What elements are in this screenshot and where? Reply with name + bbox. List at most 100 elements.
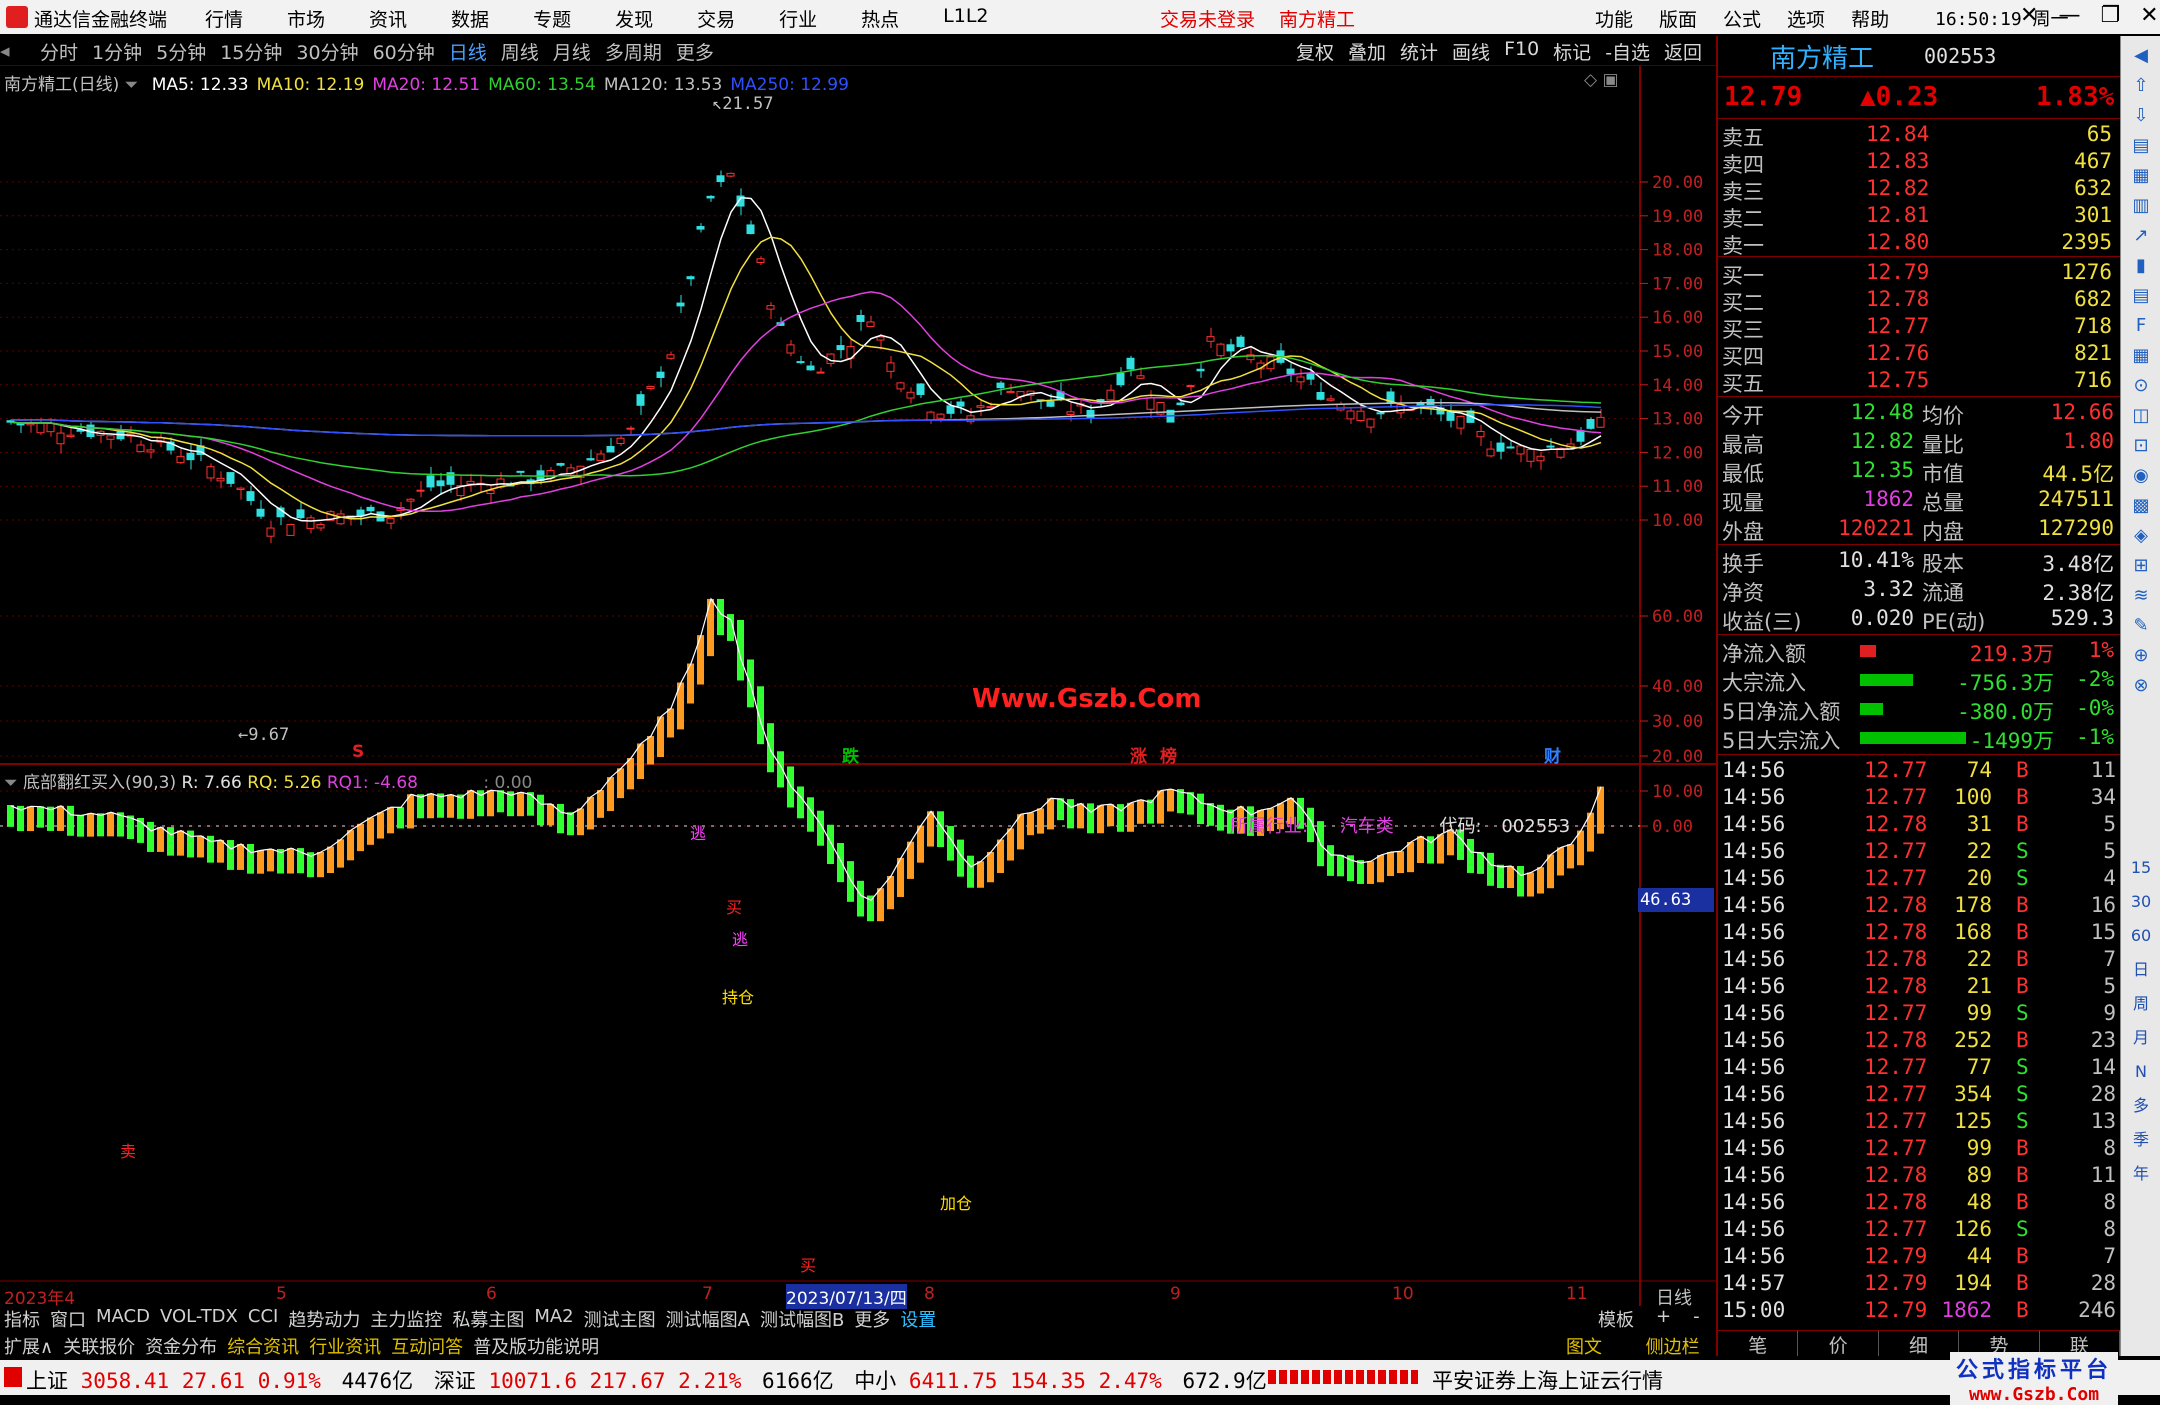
event-mark-2[interactable]: 涨 <box>1130 742 1147 767</box>
sidebar-period-5[interactable]: 月 <box>2129 1026 2153 1050</box>
sidebar-tool-icon[interactable]: ▤ <box>2129 134 2153 158</box>
indicator-tab-2[interactable]: MACD <box>96 1306 150 1332</box>
sidebar-tool-icon[interactable]: ⊗ <box>2129 674 2153 698</box>
indicator-tab-7[interactable]: 私募主图 <box>452 1306 524 1332</box>
collapse-icon[interactable]: ◂ <box>0 40 18 62</box>
sidebar-tool-icon[interactable]: ▩ <box>2129 494 2153 518</box>
sidebar-tool-icon[interactable]: ⇧ <box>2129 74 2153 98</box>
sidebar-tool-icon[interactable]: ◈ <box>2129 524 2153 548</box>
sidebar-tool-icon[interactable]: ⊙ <box>2129 374 2153 398</box>
index-quotes[interactable]: 上证 3058.41 27.61 0.91% 4476亿 深证 10071.6 … <box>26 1365 1267 1395</box>
close-icon-like-x[interactable]: ✕ <box>2020 3 2038 28</box>
period-tab-10[interactable]: 更多 <box>676 38 714 65</box>
sidebar-period-3[interactable]: 日 <box>2129 958 2153 982</box>
indicator-tab-13[interactable]: 设置 <box>900 1306 936 1332</box>
indicator-tab-3[interactable]: VOL-TDX <box>160 1306 238 1332</box>
indicator-tab-11[interactable]: 测试幅图B <box>760 1306 844 1332</box>
event-mark-1[interactable]: 跌 <box>842 742 859 767</box>
event-mark-0[interactable]: S <box>352 742 364 762</box>
right-menu-item-0[interactable]: 功能 <box>1595 5 1633 32</box>
period-tab-2[interactable]: 5分钟 <box>156 38 206 65</box>
period-tab-0[interactable]: 分时 <box>40 38 78 65</box>
sidebar-tool-icon[interactable]: ⊕ <box>2129 644 2153 668</box>
chart-tool-1[interactable]: 叠加 <box>1348 38 1386 65</box>
sidebar-period-2[interactable]: 60 <box>2129 924 2153 948</box>
sidebar-period-1[interactable]: 30 <box>2129 890 2153 914</box>
menu-item-1[interactable]: 市场 <box>287 5 325 32</box>
sidebar-tool-icon[interactable]: ▮ <box>2129 254 2153 278</box>
panel-toggle-icon[interactable]: ▣ <box>1602 70 1618 90</box>
close-icon[interactable]: ✕ <box>2140 3 2158 28</box>
quote-tab-0[interactable]: 笔 <box>1718 1331 1799 1357</box>
sidebar-tool-icon[interactable]: ≋ <box>2129 584 2153 608</box>
extension-tab-1[interactable]: 关联报价 <box>63 1333 135 1359</box>
indicator-tab-6[interactable]: 主力监控 <box>370 1306 442 1332</box>
event-mark-3[interactable]: 榜 <box>1160 742 1177 767</box>
chart-tool-4[interactable]: F10 <box>1504 38 1539 65</box>
extension-tab-6[interactable]: 普及版功能说明 <box>473 1333 599 1359</box>
sidebar-period-0[interactable]: 15 <box>2129 856 2153 880</box>
sidebar-period-9[interactable]: 年 <box>2129 1162 2153 1186</box>
restore-icon[interactable]: ❐ <box>2100 3 2120 28</box>
menu-item-9[interactable]: L1L2 <box>943 5 988 32</box>
template-btn-1[interactable]: + <box>1656 1306 1671 1332</box>
sidebar-tool-icon[interactable]: ▦ <box>2129 164 2153 188</box>
template-btn-0[interactable]: 模板 <box>1598 1306 1634 1332</box>
indicator-tab-12[interactable]: 更多 <box>854 1306 890 1332</box>
sidebar-period-8[interactable]: 季 <box>2129 1128 2153 1152</box>
right-menu-item-3[interactable]: 选项 <box>1787 5 1825 32</box>
period-tab-8[interactable]: 月线 <box>553 38 591 65</box>
sidebar-tool-icon[interactable]: ⊡ <box>2129 434 2153 458</box>
sidebar-period-6[interactable]: N <box>2129 1060 2153 1084</box>
sidebar-period-4[interactable]: 周 <box>2129 992 2153 1016</box>
menu-item-2[interactable]: 资讯 <box>369 5 407 32</box>
indicator-tab-8[interactable]: MA2 <box>534 1306 573 1332</box>
chart-area[interactable]: 20.00 19.00 18.00 17.00 16.00 15.00 14.00 13.00… <box>0 66 1716 1306</box>
extension-tab-4[interactable]: 行业资讯 <box>309 1333 381 1359</box>
period-tab-1[interactable]: 1分钟 <box>92 38 142 65</box>
chart-tool-3[interactable]: 画线 <box>1452 38 1490 65</box>
sidebar-tool-icon[interactable]: ◫ <box>2129 404 2153 428</box>
indicator-name[interactable]: 底部翻红买入(90,3) <box>23 773 176 793</box>
chart-tool-2[interactable]: 统计 <box>1400 38 1438 65</box>
diamond-icon[interactable]: ◇ <box>1584 70 1597 90</box>
menu-item-6[interactable]: 交易 <box>697 5 735 32</box>
menu-item-3[interactable]: 数据 <box>451 5 489 32</box>
menu-item-8[interactable]: 热点 <box>861 5 899 32</box>
login-status[interactable]: 交易未登录 <box>1160 5 1255 32</box>
sidebar-tool-icon[interactable]: ↗ <box>2129 224 2153 248</box>
period-tab-3[interactable]: 15分钟 <box>220 38 282 65</box>
menu-item-7[interactable]: 行业 <box>779 5 817 32</box>
sidebar-tool-icon[interactable]: ▤ <box>2129 284 2153 308</box>
sidebar-tool-icon[interactable]: ⊞ <box>2129 554 2153 578</box>
sidebar-tool-icon[interactable]: ✎ <box>2129 614 2153 638</box>
indicator-tab-9[interactable]: 测试主图 <box>584 1306 656 1332</box>
period-tab-5[interactable]: 60分钟 <box>373 38 435 65</box>
extension-tab-3[interactable]: 综合资讯 <box>227 1333 299 1359</box>
sidebar-tool-icon[interactable]: F <box>2129 314 2153 338</box>
period-tab-4[interactable]: 30分钟 <box>296 38 358 65</box>
menu-item-5[interactable]: 发现 <box>615 5 653 32</box>
dropdown-icon[interactable]: ⏷ <box>4 773 18 793</box>
sidebar-tool-icon[interactable]: ▥ <box>2129 194 2153 218</box>
chart-tool-5[interactable]: 标记 <box>1553 38 1591 65</box>
extension-tab-0[interactable]: 扩展∧ <box>4 1333 53 1359</box>
dropdown-icon[interactable]: ⏷ <box>125 75 139 95</box>
extension-tab-2[interactable]: 资金分布 <box>145 1333 217 1359</box>
period-tab-9[interactable]: 多周期 <box>605 38 662 65</box>
template-btn-2[interactable]: - <box>1693 1306 1700 1332</box>
menu-item-0[interactable]: 行情 <box>205 5 243 32</box>
chart-tool-6[interactable]: -自选 <box>1605 38 1650 65</box>
event-mark-4[interactable]: 财 <box>1544 742 1561 767</box>
chart-tool-7[interactable]: 返回 <box>1664 38 1702 65</box>
sidebar-tool-icon[interactable]: ⇩ <box>2129 104 2153 128</box>
indicator-tab-5[interactable]: 趋势动力 <box>288 1306 360 1332</box>
quote-tab-1[interactable]: 价 <box>1798 1331 1879 1357</box>
period-tab-7[interactable]: 周线 <box>501 38 539 65</box>
menu-item-4[interactable]: 专题 <box>533 5 571 32</box>
extension-tab-5[interactable]: 互动问答 <box>391 1333 463 1359</box>
right-menu-item-4[interactable]: 帮助 <box>1851 5 1889 32</box>
indicator-tab-0[interactable]: 指标 <box>4 1306 40 1332</box>
minimize-icon[interactable]: — <box>2058 3 2080 28</box>
sidebar-tool-icon[interactable]: ◀ <box>2129 44 2153 68</box>
